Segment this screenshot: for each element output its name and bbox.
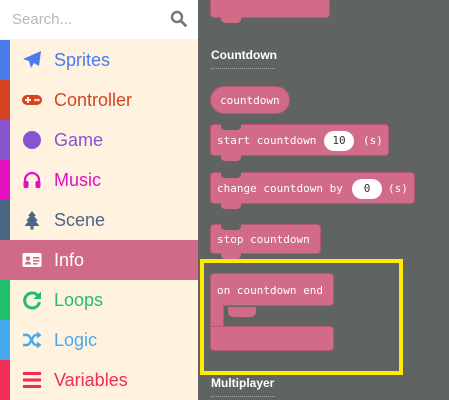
gamepad-icon xyxy=(22,95,42,105)
category-label: Music xyxy=(54,170,102,190)
category-color-stripe xyxy=(0,120,10,160)
stop-countdown-block[interactable]: stop countdown xyxy=(210,224,321,259)
category-color-stripe xyxy=(0,240,10,280)
block-label: stop countdown xyxy=(217,233,310,246)
countdown-seconds-input[interactable]: 10 xyxy=(324,131,354,151)
start-countdown-block[interactable]: start countdown 10 (s) xyxy=(210,124,389,161)
category-color-stripe xyxy=(0,280,10,320)
category-label: Logic xyxy=(54,330,98,350)
category-logic[interactable]: Logic xyxy=(0,320,198,360)
category-loops[interactable]: Loops xyxy=(0,280,198,320)
change-countdown-block[interactable]: change countdown by 0 (s) xyxy=(210,172,415,209)
category-label: Scene xyxy=(54,210,106,230)
block-label: change countdown by xyxy=(217,182,343,195)
countdown-reporter-block[interactable]: countdown xyxy=(210,86,290,114)
category-label: Info xyxy=(54,250,85,270)
headphones-icon xyxy=(23,171,41,188)
search-box xyxy=(0,0,198,39)
partial-block[interactable] xyxy=(210,0,330,23)
category-color-stripe xyxy=(0,40,10,80)
block-label: start countdown xyxy=(217,134,317,147)
category-game[interactable]: Game xyxy=(0,120,198,160)
category-label: Variables xyxy=(54,370,128,390)
category-color-stripe xyxy=(0,80,10,120)
unit-label: (s) xyxy=(388,182,408,195)
circle-icon xyxy=(23,131,41,149)
list-icon xyxy=(23,372,41,388)
category-label: Loops xyxy=(54,290,104,310)
change-amount-input[interactable]: 0 xyxy=(352,179,382,199)
section-heading-multiplayer: Multiplayer xyxy=(211,376,275,390)
category-label: Game xyxy=(54,130,104,150)
category-scene[interactable]: Scene xyxy=(0,200,198,240)
paper-plane-icon xyxy=(23,51,41,68)
shuffle-icon xyxy=(23,331,42,349)
category-color-stripe xyxy=(0,360,10,400)
category-info[interactable]: Info xyxy=(0,240,198,280)
category-label: Controller xyxy=(54,90,133,110)
category-color-stripe xyxy=(0,160,10,200)
category-sprites[interactable]: Sprites xyxy=(0,40,198,80)
search-icon[interactable] xyxy=(170,10,187,27)
category-music[interactable]: Music xyxy=(0,160,198,200)
category-controller[interactable]: Controller xyxy=(0,80,198,120)
tree-icon xyxy=(24,211,40,230)
refresh-icon xyxy=(23,291,41,310)
search-input[interactable] xyxy=(12,8,162,30)
category-color-stripe xyxy=(0,200,10,240)
category-label: Sprites xyxy=(54,50,111,70)
id-card-icon xyxy=(22,253,42,267)
unit-label: (s) xyxy=(363,134,383,147)
category-color-stripe xyxy=(0,320,10,360)
section-divider xyxy=(211,68,275,69)
category-variables[interactable]: Variables xyxy=(0,360,198,400)
block-label: countdown xyxy=(220,94,280,107)
section-divider xyxy=(211,396,275,397)
section-heading-countdown: Countdown xyxy=(211,48,277,62)
category-sidebar: Sprites Controller Game Music xyxy=(0,0,198,400)
highlight-frame xyxy=(200,259,403,375)
